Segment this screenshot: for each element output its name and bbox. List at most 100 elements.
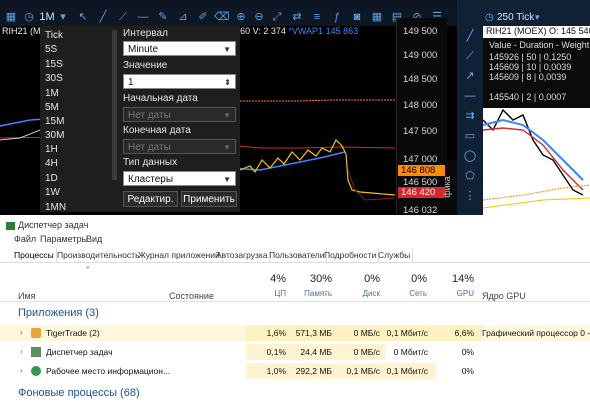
eraser-icon[interactable]: ⌫ [214, 9, 230, 25]
tab-performance[interactable]: Производительность [55, 248, 143, 262]
tab-startup[interactable]: Автозагрузка [214, 248, 271, 262]
column-network[interactable]: Сеть [391, 289, 427, 298]
value-input[interactable]: 1 ⬍ [123, 74, 236, 89]
trading-chart-area[interactable]: ▦ ◷ 1M ▾ ↖ ╱ ⟋ ― ✎ ⊿ ✐ ⌫ ⊕ ⊖ ⤢ ⇄ ≡ ƒ ◙ ▦… [0, 0, 590, 215]
timeframe-item[interactable]: 1M [45, 88, 59, 99]
timeframe-item[interactable]: 15M [45, 116, 64, 127]
grid-icon[interactable]: ▦ [370, 9, 384, 25]
indicators-icon[interactable]: ƒ [330, 9, 344, 25]
timeframe-header[interactable]: Tick [45, 30, 63, 41]
end-date-field[interactable]: Нет даты ▼ [123, 139, 236, 154]
price-tick: 149 500 [403, 26, 438, 37]
tab-users[interactable]: Пользователи [267, 248, 328, 262]
fit-icon[interactable]: ⤢ [270, 9, 284, 25]
task-manager-window: Диспетчер задач Файл Параметры Вид Проце… [0, 215, 590, 414]
timeframe-item[interactable]: 1H [45, 144, 58, 155]
layers-icon[interactable]: ≡ [310, 9, 324, 25]
interval-selector[interactable]: 1M [36, 9, 58, 25]
price-scale[interactable]: 149 500 149 000 148 500 148 000 147 500 … [396, 18, 447, 215]
channel-icon[interactable]: ⇉ [457, 108, 483, 124]
line-tool-icon[interactable]: ╱ [96, 9, 110, 25]
start-date-label: Начальная дата [123, 93, 198, 104]
circle-icon[interactable]: ◯ [457, 148, 483, 164]
expand-chevron-icon[interactable]: › [20, 363, 23, 379]
zoom-in-icon[interactable]: ⊕ [234, 9, 248, 25]
data-type-value: Кластеры [128, 174, 173, 185]
fibonacci-icon[interactable]: ⋮ [457, 188, 483, 204]
menu-options[interactable]: Параметры [40, 234, 88, 244]
timeframe-item[interactable]: 1W [45, 187, 60, 198]
table-header: Value - Duration - Weight [489, 40, 590, 50]
column-name[interactable]: Имя [18, 291, 36, 301]
edit-button[interactable]: Редактир. [123, 191, 178, 207]
pencil-icon[interactable]: ✎ [156, 9, 170, 25]
right-chart-title: RIH21 (MOEX) O: 145 540 [486, 26, 590, 36]
gpu-total: 14% [451, 273, 474, 285]
vwap-label: *VWAP1 [288, 26, 324, 36]
chevron-down-icon[interactable]: ▾ [535, 12, 540, 23]
background-processes-header[interactable]: Фоновые процессы (68) [18, 387, 140, 399]
process-name: Рабочее место информацион... [46, 366, 171, 376]
ruler-icon[interactable]: ⊿ [176, 9, 190, 25]
trend-icon[interactable]: ⟋ [457, 48, 483, 64]
tab-app-history[interactable]: Журнал приложений [136, 248, 223, 262]
start-date-field[interactable]: Нет даты ▼ [123, 107, 236, 122]
menu-view[interactable]: Вид [86, 234, 102, 244]
timeframe-item[interactable]: 15S [45, 59, 63, 70]
dark-red-line [347, 169, 396, 201]
clock-icon[interactable]: ◷ [22, 9, 36, 25]
column-headers: ⌃ Имя Состояние 4% ЦП 30% Память 0% Диск… [0, 263, 590, 302]
timeframe-item[interactable]: 1MN [45, 202, 66, 213]
camera-icon[interactable]: ◙ [350, 9, 364, 25]
timeframe-item[interactable]: 4H [45, 158, 58, 169]
stepper-icon[interactable]: ⬍ [224, 75, 231, 90]
table-row[interactable]: › Диспетчер задач 0,1% 24,4 МБ 0 МБ/с 0 … [0, 344, 590, 360]
tab-services[interactable]: Службы [376, 248, 414, 262]
rectangle-icon[interactable]: ▭ [457, 128, 483, 144]
expand-chevron-icon[interactable]: › [20, 344, 23, 360]
table-row[interactable]: › TigerTrade (2) 1,6% 571,3 МБ 0 МБ/с 0,… [0, 325, 590, 341]
right-chart-lines [483, 108, 590, 209]
arrow-tool-icon[interactable]: ↗ [457, 68, 483, 84]
table-row[interactable]: › Рабочее место информацион... 1,0% 292,… [0, 363, 590, 379]
column-disk[interactable]: Диск [344, 289, 380, 298]
network-value: 0,1 Мбит/с [386, 328, 428, 338]
apply-button[interactable]: Применить [181, 191, 237, 207]
timeframe-item[interactable]: 5M [45, 102, 59, 113]
brush-icon[interactable]: ✐ [196, 9, 210, 25]
cursor-icon[interactable]: ↖ [76, 9, 90, 25]
horizontal-line-icon[interactable]: ― [457, 88, 483, 104]
column-gpu[interactable]: GPU [438, 289, 474, 298]
menu-file[interactable]: Файл [14, 234, 36, 244]
timeframe-item[interactable]: 1D [45, 173, 58, 184]
tick-interval[interactable]: 250 Tick [497, 12, 534, 23]
data-type-select[interactable]: Кластеры ▼ [123, 171, 236, 186]
zoom-out-icon[interactable]: ⊖ [252, 9, 266, 25]
timeframe-item[interactable]: 30S [45, 73, 63, 84]
vertical-label-strip: фика [442, 160, 457, 215]
tab-details[interactable]: Подробности [322, 248, 380, 262]
column-gpu-engine[interactable]: Ядро GPU [482, 291, 526, 301]
network-value: 0,1 Мбит/с [386, 366, 428, 376]
timeframe-scrollbar[interactable] [112, 30, 117, 180]
polygon-icon[interactable]: ⬠ [457, 168, 483, 184]
apps-group-header[interactable]: Приложения (3) [18, 307, 99, 319]
horizontal-line-icon[interactable]: ― [136, 9, 150, 25]
clock-icon[interactable]: ◷ [485, 12, 494, 23]
gpu-engine-value: Графический процессор 0 - 3D [482, 328, 590, 338]
line-tool-icon[interactable]: ╱ [457, 28, 483, 44]
timeframe-item[interactable]: 5S [45, 44, 57, 55]
menu-bar: Файл Параметры Вид [0, 234, 590, 248]
column-memory[interactable]: Память [296, 289, 332, 298]
column-status[interactable]: Состояние [169, 291, 214, 301]
ray-tool-icon[interactable]: ⟋ [116, 9, 130, 25]
scroll-icon[interactable]: ⇄ [290, 9, 304, 25]
expand-chevron-icon[interactable]: › [20, 325, 23, 341]
tab-processes[interactable]: Процессы [12, 248, 57, 262]
chevron-down-icon[interactable]: ▾ [58, 9, 68, 25]
column-cpu[interactable]: ЦП [250, 289, 286, 298]
window-title: Диспетчер задач [6, 220, 88, 230]
interval-select[interactable]: Minute ▼ [123, 41, 236, 56]
timeframe-item[interactable]: 30M [45, 130, 64, 141]
chart-type-icon[interactable]: ▦ [4, 9, 18, 25]
